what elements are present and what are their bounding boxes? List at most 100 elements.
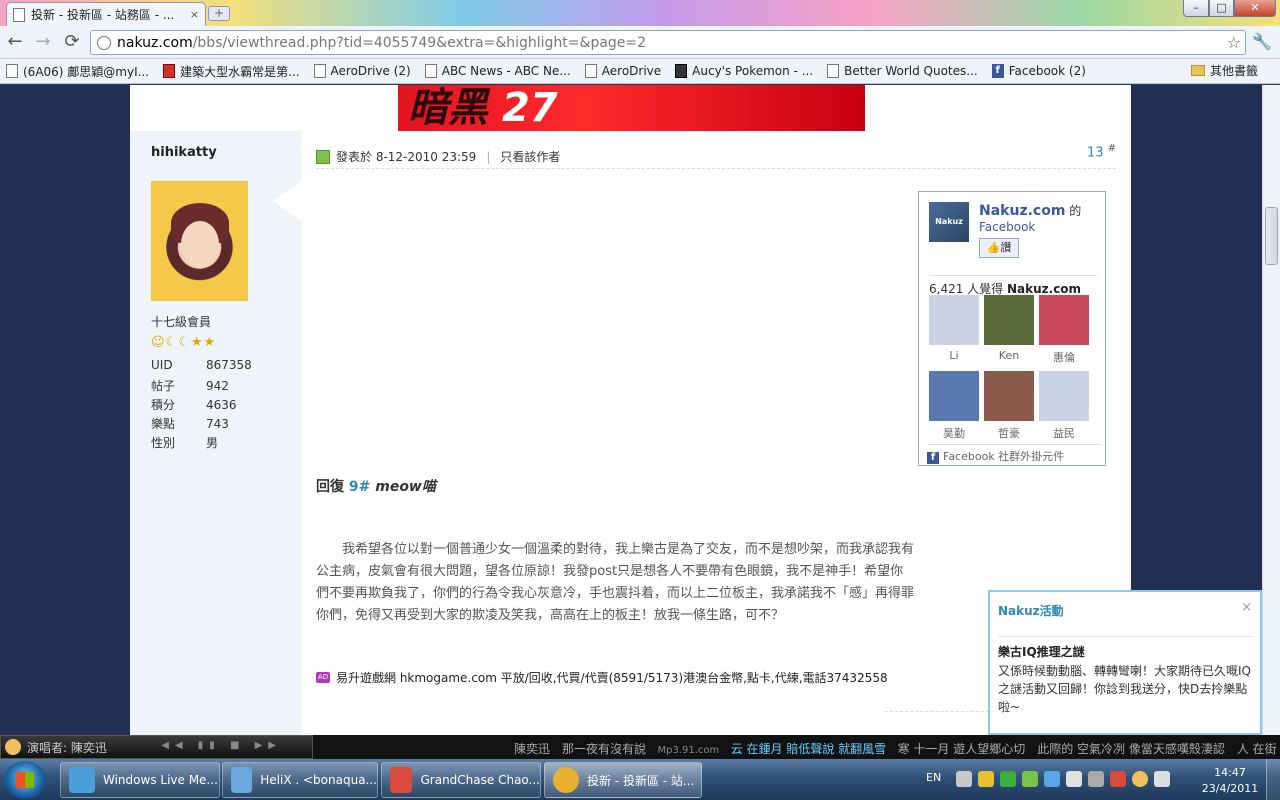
url-host: nakuz.com (117, 34, 193, 51)
bookmark-item[interactable]: f Facebook (2) (991, 64, 1086, 78)
start-button[interactable] (4, 761, 46, 799)
vertical-scrollbar[interactable] (1262, 85, 1280, 735)
speech-bubble-tip (273, 181, 301, 221)
reply-link[interactable]: 9# (349, 479, 370, 495)
address-bar[interactable]: nakuz.com/bbs/viewthread.php?tid=4055749… (90, 30, 1246, 55)
taskbar-item[interactable]: Windows Live Me... (60, 762, 220, 798)
fan-name: Ken (998, 349, 1020, 362)
gem-icon[interactable] (978, 771, 994, 787)
fb-site-link: Nakuz.com (979, 203, 1066, 219)
page-icon (827, 64, 840, 78)
reload-button[interactable]: ⟳ (61, 32, 83, 54)
activity-desc: 又係時候動動腦、轉轉彎喇！大家期待已久嘅IQ之謎活動又回歸！你諗到我送分，快D去… (998, 664, 1251, 714)
bookmarks-bar: (6A06) 鄺思穎@myI... 建築大型水霸常是第... AeroDrive… (0, 59, 1280, 84)
page-icon (13, 7, 25, 22)
device-icon[interactable] (1066, 771, 1082, 787)
reply-heading: 回復 9# meow喵 (316, 476, 436, 496)
task-label: HeliX . <bonaqua... (260, 773, 377, 787)
poster-rank: 十七級會員 (151, 315, 212, 329)
facebook-icon: f (991, 64, 1004, 78)
taskbar-item[interactable]: HeliX . <bonaqua... (222, 762, 378, 798)
other-bookmarks[interactable]: 其他書籤 (1190, 62, 1258, 79)
fb-fan[interactable]: 益民 (1039, 371, 1089, 441)
bookmark-item[interactable]: AeroDrive (2) (313, 64, 411, 78)
activity-title[interactable]: 樂古IQ推理之謎 (998, 636, 1252, 660)
online-icon (316, 149, 330, 164)
song-title: 陳奕迅 那一夜有沒有說 (514, 742, 647, 756)
fb-sub[interactable]: Facebook (979, 220, 1035, 234)
power-icon[interactable] (1110, 771, 1126, 787)
close-icon[interactable]: × (1241, 600, 1252, 615)
ad-text: 易升遊戲網 hkmogame.com 平放/回收,代買/代賣(8591/5173… (336, 671, 888, 685)
flag-icon[interactable] (1088, 771, 1104, 787)
update-icon[interactable] (1022, 771, 1038, 787)
bookmark-item[interactable]: Aucy's Pokemon - ... (675, 64, 813, 78)
lyric-line: 寒 十一月 遊人望鄉心切 此際的 空氣冷冽 像當天感嘆殼淒認 人 在街 (897, 742, 1277, 756)
show-desktop-button[interactable] (1266, 759, 1280, 800)
banner-ad[interactable]: 暗黑 27 (398, 85, 865, 131)
back-button[interactable]: ← (4, 32, 26, 54)
fb-plugin-footer[interactable]: f Facebook 社群外掛元件 (927, 444, 1099, 464)
network-icon[interactable] (956, 771, 972, 787)
bookmark-item[interactable]: ABC News - ABC Ne... (424, 64, 571, 78)
minimize-button[interactable]: – (1183, 0, 1209, 17)
clock-date: 23/4/2011 (1201, 782, 1259, 795)
fb-count-pre: 6,421 人覺得 (929, 282, 1007, 296)
reply-name: meow喵 (375, 479, 436, 495)
language-indicator[interactable]: EN (926, 771, 941, 784)
wrench-icon[interactable]: 🔧 (1252, 32, 1272, 51)
player-tray-icon[interactable] (1132, 771, 1148, 787)
messenger-tray-icon[interactable] (1044, 771, 1060, 787)
stat-row: 性別 男 (151, 434, 218, 451)
ad-icon: AD (316, 672, 330, 683)
poster-name[interactable]: hihikatty (151, 145, 217, 160)
close-window-button[interactable]: ✕ (1234, 0, 1276, 17)
fan-name: 昊勤 (943, 427, 965, 440)
taskbar-item[interactable]: GrandChase Chao... (381, 762, 541, 798)
stat-row: UID 867358 (151, 358, 252, 372)
bookmark-item[interactable]: Better World Quotes... (827, 64, 978, 78)
bookmark-label: 建築大型水霸常是第... (180, 64, 300, 79)
site-icon (675, 64, 688, 78)
post-header: 發表於 8-12-2010 23:59 | 只看該作者 (316, 145, 1116, 169)
taskbar-item[interactable]: 投新 - 投新區 - 站... (544, 762, 702, 798)
fb-fan[interactable]: Ken (984, 295, 1034, 362)
scrollbar-thumb[interactable] (1265, 207, 1278, 265)
avatar[interactable] (151, 181, 248, 301)
post-body: 我希望各位以對一個普通少女一個溫柔的對待，我上樂古是為了交友，而不是想吵架，而我… (316, 542, 915, 623)
bookmark-item[interactable]: (6A06) 鄺思穎@myI... (6, 63, 149, 80)
stat-key: 樂點 (151, 417, 176, 431)
fb-fan[interactable]: Li (929, 295, 979, 362)
fb-site-name[interactable]: Nakuz.com 的 (979, 202, 1081, 219)
bookmark-star-icon[interactable]: ☆ (1227, 33, 1241, 52)
shield-icon[interactable] (1000, 771, 1016, 787)
clock[interactable]: 14:47 23/4/2011 (1200, 765, 1260, 797)
bookmark-label: Better World Quotes... (844, 64, 978, 78)
floor-number[interactable]: 13 # (1087, 143, 1116, 160)
bookmark-item[interactable]: 建築大型水霸常是第... (163, 63, 300, 80)
tab-close-icon[interactable]: × (190, 8, 199, 21)
facebook-like-box: Nakuz Nakuz.com 的 Facebook 👍讚 6,421 人覺得 … (918, 191, 1106, 466)
text-ad[interactable]: AD 易升遊戲網 hkmogame.com 平放/回收,代買/代賣(8591/5… (316, 669, 888, 686)
browser-toolbar: ← → ⟳ nakuz.com/bbs/viewthread.php?tid=4… (0, 26, 1280, 59)
volume-icon[interactable] (1154, 771, 1170, 787)
forward-button[interactable]: → (32, 32, 54, 54)
messenger-icon (231, 767, 253, 793)
bookmark-label: (6A06) 鄺思穎@myI... (23, 64, 150, 79)
other-bookmarks-label: 其他書籤 (1209, 64, 1258, 78)
stat-value: 942 (206, 379, 229, 393)
new-tab-button[interactable]: + (208, 6, 230, 21)
nakuz-logo[interactable]: Nakuz (929, 202, 969, 242)
fb-fan[interactable]: 惠倫 (1039, 295, 1089, 365)
avatar-face (181, 221, 219, 267)
like-button[interactable]: 👍讚 (979, 238, 1019, 258)
fan-name: 益民 (1053, 427, 1075, 440)
music-site: Mp3.91.com (657, 745, 720, 756)
fb-fan[interactable]: 哲豪 (984, 371, 1034, 441)
fb-fan[interactable]: 昊勤 (929, 371, 979, 441)
author-only-link[interactable]: 只看該作者 (500, 148, 560, 165)
bookmark-item[interactable]: AeroDrive (584, 64, 661, 78)
player-controls[interactable]: ◀◀ ▮▮ ■ ▶▶ (161, 740, 282, 751)
maximize-button[interactable]: □ (1209, 0, 1234, 17)
tab-current[interactable]: 投新 - 投新區 - 站務區 - ... × (6, 2, 206, 26)
